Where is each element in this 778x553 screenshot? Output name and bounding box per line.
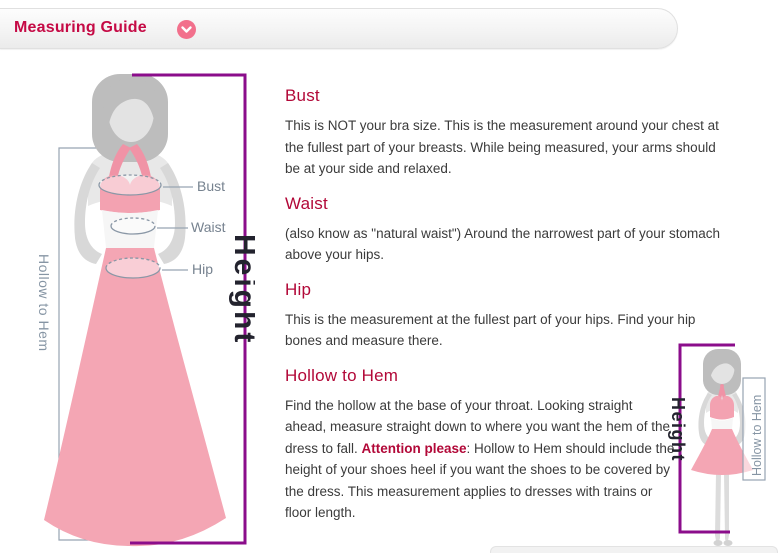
bust-callout-label: Bust [197,178,225,194]
hip-heading: Hip [285,280,729,300]
hip-callout-label: Hip [192,261,213,277]
height-label: Height [228,234,255,345]
small-figure-right-foot [724,540,733,546]
measuring-guide-header[interactable]: Measuring Guide [0,8,678,49]
hip-description: This is the measurement at the fullest p… [285,309,729,352]
page-title: Measuring Guide [14,19,147,37]
measuring-guide-page: Measuring Guide [0,0,778,553]
chevron-down-icon[interactable] [177,20,196,39]
waist-callout-label: Waist [191,219,226,235]
measurement-diagram: Bust Waist Hip Height Hollow to Hem [30,58,255,553]
hollow-to-hem-description: Find the hollow at the base of your thro… [285,395,677,524]
attention-label: Attention please [362,441,467,456]
hollow-to-hem-section: Hollow to Hem Find the hollow at the bas… [285,366,729,524]
small-figure-left-foot [714,540,723,546]
hip-section: Hip This is the measurement at the fulle… [285,280,729,352]
bust-heading: Bust [285,86,729,106]
small-hollow-to-hem-label: Hollow to Hem [750,395,764,476]
waist-section: Waist (also know as "natural waist") Aro… [285,194,729,266]
dress-skirt [44,248,226,546]
bust-section: Bust This is NOT your bra size. This is … [285,86,729,180]
waist-description: (also know as "natural waist") Around th… [285,223,729,266]
waist-heading: Waist [285,194,729,214]
hollow-to-hem-heading: Hollow to Hem [285,366,729,386]
hollow-to-hem-label: Hollow to Hem [36,254,52,352]
description-column: Bust This is NOT your bra size. This is … [285,86,729,524]
bust-description: This is NOT your bra size. This is the m… [285,115,729,180]
